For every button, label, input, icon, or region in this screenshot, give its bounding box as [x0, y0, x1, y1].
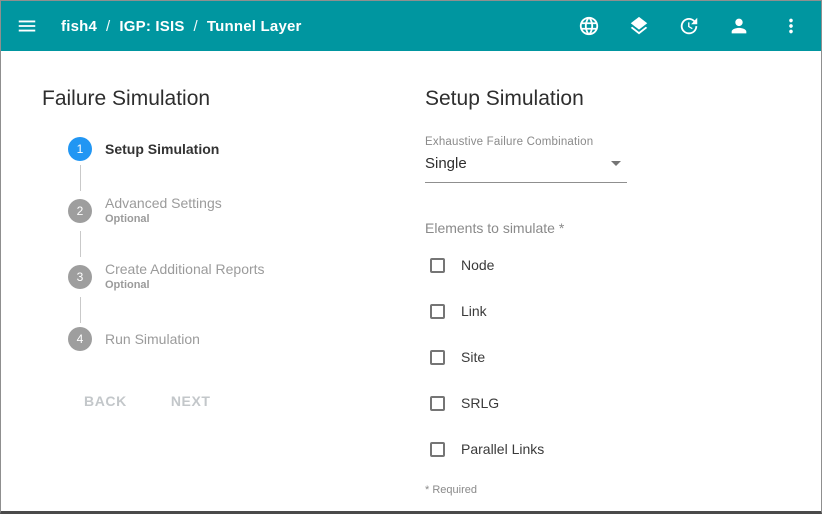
step-label: Advanced Settings — [105, 195, 222, 212]
checkbox-parallel-links[interactable] — [430, 442, 445, 457]
breadcrumb-separator: / — [194, 18, 198, 35]
update-history-icon[interactable] — [677, 14, 701, 38]
combination-select-value: Single — [425, 155, 467, 172]
checkbox-label: Link — [461, 303, 487, 319]
checkbox-site[interactable] — [430, 350, 445, 365]
app-bar: fish4 / IGP: ISIS / Tunnel Layer — [1, 1, 821, 51]
step-advanced-settings[interactable]: 2 Advanced Settings Optional — [68, 195, 425, 227]
step-label: Run Simulation — [105, 331, 200, 348]
step-connector — [80, 297, 81, 323]
step-setup-simulation[interactable]: 1 Setup Simulation — [68, 137, 425, 161]
checkbox-row-node[interactable]: Node — [425, 257, 781, 273]
elements-to-simulate-label: Elements to simulate * — [425, 220, 781, 236]
chevron-down-icon — [611, 161, 621, 166]
breadcrumb-igp[interactable]: IGP: ISIS — [119, 18, 184, 35]
breadcrumb-network[interactable]: fish4 — [61, 18, 97, 35]
step-sublabel: Optional — [105, 212, 222, 227]
step-number-badge: 1 — [68, 137, 92, 161]
breadcrumb-layer[interactable]: Tunnel Layer — [207, 18, 302, 35]
checkbox-link[interactable] — [430, 304, 445, 319]
step-connector — [80, 231, 81, 257]
checkbox-row-site[interactable]: Site — [425, 349, 781, 365]
checkbox-node[interactable] — [430, 258, 445, 273]
step-number-badge: 4 — [68, 327, 92, 351]
required-note: * Required — [425, 484, 781, 496]
breadcrumb: fish4 / IGP: ISIS / Tunnel Layer — [61, 18, 302, 35]
next-button[interactable]: NEXT — [171, 393, 211, 409]
combination-select-label: Exhaustive Failure Combination — [425, 136, 781, 148]
globe-icon[interactable] — [577, 14, 601, 38]
step-label: Setup Simulation — [105, 141, 219, 158]
app-bar-actions — [577, 14, 803, 38]
step-number-badge: 2 — [68, 199, 92, 223]
step-label: Create Additional Reports — [105, 261, 265, 278]
wizard-buttons: BACK NEXT — [84, 393, 425, 409]
checkbox-srlg[interactable] — [430, 396, 445, 411]
checkbox-row-srlg[interactable]: SRLG — [425, 395, 781, 411]
checkbox-label: Site — [461, 349, 485, 365]
layers-icon[interactable] — [627, 14, 651, 38]
stepper: 1 Setup Simulation 2 Advanced Settings O… — [68, 137, 425, 351]
step-sublabel: Optional — [105, 278, 265, 293]
setup-form-panel: Setup Simulation Exhaustive Failure Comb… — [425, 87, 821, 496]
checkbox-label: SRLG — [461, 395, 499, 411]
elements-checkbox-list: Node Link Site SRLG Parallel Links — [425, 257, 781, 457]
hamburger-menu-icon[interactable] — [15, 14, 39, 38]
app-window: fish4 / IGP: ISIS / Tunnel Layer — [0, 0, 822, 514]
step-number-badge: 3 — [68, 265, 92, 289]
checkbox-row-parallel-links[interactable]: Parallel Links — [425, 441, 781, 457]
step-connector — [80, 165, 81, 191]
step-create-additional-reports[interactable]: 3 Create Additional Reports Optional — [68, 261, 425, 293]
combination-select[interactable]: Single — [425, 155, 627, 183]
checkbox-label: Parallel Links — [461, 441, 544, 457]
form-title: Setup Simulation — [425, 87, 781, 111]
back-button[interactable]: BACK — [84, 393, 127, 409]
step-run-simulation[interactable]: 4 Run Simulation — [68, 327, 425, 351]
breadcrumb-separator: / — [106, 18, 110, 35]
user-account-icon[interactable] — [727, 14, 751, 38]
page-title: Failure Simulation — [42, 87, 425, 111]
main-content: Failure Simulation 1 Setup Simulation 2 … — [1, 51, 821, 496]
checkbox-row-link[interactable]: Link — [425, 303, 781, 319]
kebab-menu-icon[interactable] — [779, 14, 803, 38]
wizard-panel: Failure Simulation 1 Setup Simulation 2 … — [42, 87, 425, 496]
checkbox-label: Node — [461, 257, 494, 273]
